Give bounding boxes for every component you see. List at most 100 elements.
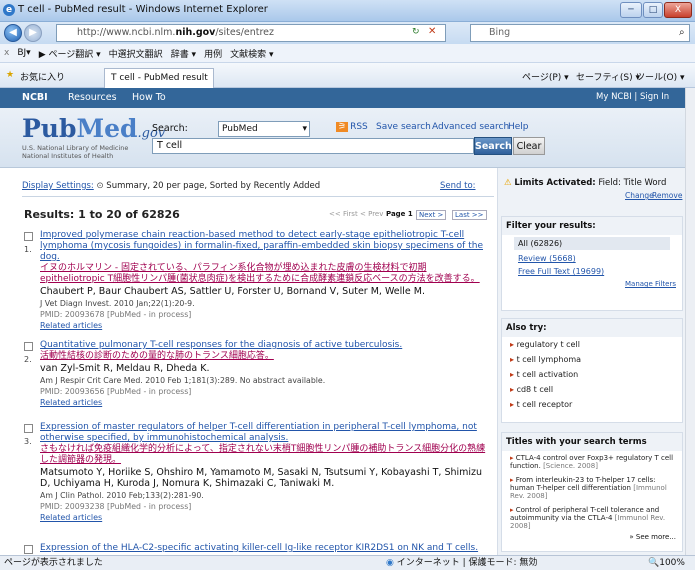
help-link[interactable]: Help: [508, 122, 529, 132]
result-title-link[interactable]: Expression of the HLA-C2-specific activa…: [40, 543, 494, 554]
my-ncbi-link[interactable]: My NCBI | Sign In: [596, 92, 669, 102]
remove-limits-link[interactable]: Remove: [652, 191, 682, 200]
result-title-link[interactable]: Improved polymerase chain reaction-based…: [40, 230, 494, 263]
limits-activated: ⚠ Limits Activated: Field: Title Word: [504, 178, 667, 188]
pager-last[interactable]: Last >>: [452, 210, 487, 220]
toolbar-item-examples[interactable]: 用例: [204, 47, 222, 60]
resources-menu[interactable]: Resources: [68, 92, 117, 103]
ncbi-bar: NCBI Resources How To My NCBI | Sign In: [0, 88, 685, 108]
result-pmid: PMID: 20093238 [PubMed - in process]: [40, 502, 192, 511]
result-item: 2. Quantitative pulmonary T-cell respons…: [24, 340, 494, 408]
search-button[interactable]: Search: [474, 137, 512, 155]
zoom-level[interactable]: 🔍100%: [648, 556, 685, 570]
result-checkbox[interactable]: [24, 232, 33, 241]
vertical-scrollbar[interactable]: [685, 88, 695, 555]
titles-item[interactable]: From interleukin-23 to T-helper 17 cells…: [502, 473, 682, 503]
also-try-item[interactable]: cd8 t cell: [502, 382, 682, 397]
result-authors: van Zyl-Smit R, Meldau R, Dheda K.: [40, 363, 210, 374]
divider: [22, 196, 494, 197]
result-translation[interactable]: イヌのホルマリン - 固定されている、パラフィン系化合物が埋め込まれた皮膚の生検…: [40, 263, 494, 285]
also-try-item[interactable]: t cell lymphoma: [502, 352, 682, 367]
also-try-item[interactable]: t cell activation: [502, 367, 682, 382]
filter-review[interactable]: Review (5668): [518, 254, 666, 263]
database-select[interactable]: PubMed ▾: [218, 121, 310, 137]
result-checkbox[interactable]: [24, 424, 33, 433]
url-input[interactable]: http://www.ncbi.nlm.nih.gov/sites/entrez: [56, 24, 446, 42]
menu-page[interactable]: ページ(P) ▾: [522, 70, 569, 83]
forward-button[interactable]: ▶: [24, 24, 42, 42]
filter-all[interactable]: All (62826): [514, 237, 670, 250]
close-toolbar-icon[interactable]: x: [4, 48, 9, 58]
back-button[interactable]: ◀: [4, 24, 22, 42]
menu-tools[interactable]: ツール(O) ▾: [636, 70, 685, 83]
search-icon[interactable]: ⌕: [679, 27, 685, 38]
save-search-link[interactable]: Save search: [376, 122, 431, 132]
right-sidebar: ⚠ Limits Activated: Field: Title Word Ch…: [497, 168, 685, 555]
howto-menu[interactable]: How To: [132, 92, 166, 103]
result-item: 1. Improved polymerase chain reaction-ba…: [24, 230, 494, 331]
also-try-box: Also try: regulatory t cell t cell lymph…: [501, 318, 683, 423]
filter-free-full-text[interactable]: Free Full Text (19699): [518, 267, 666, 276]
see-more-link[interactable]: » See more...: [502, 533, 682, 541]
toolbar-item-bj[interactable]: BJ▾: [17, 48, 30, 58]
send-to-link[interactable]: Send to:: [440, 181, 476, 191]
manage-filters-link[interactable]: Manage Filters: [508, 280, 676, 288]
maximize-button[interactable]: □: [643, 2, 663, 18]
result-translation[interactable]: 活動性結核の診断のための量的な肺のトランス細胞応答。: [40, 351, 494, 362]
result-title-link[interactable]: Expression of master regulators of helpe…: [40, 422, 494, 444]
pubmed-logo[interactable]: PubMed.gov: [22, 114, 165, 143]
related-articles-link[interactable]: Related articles: [40, 512, 494, 523]
globe-icon: ◉: [386, 558, 394, 568]
toolbar-item-dictionary[interactable]: 辞書 ▾: [171, 47, 196, 60]
pager-prev[interactable]: < Prev: [360, 210, 383, 218]
window-titlebar: e T cell - PubMed result - Windows Inter…: [0, 0, 695, 22]
filter-box: Filter your results: All (62826) Review …: [501, 216, 683, 311]
display-settings[interactable]: Display Settings: ⊙ Summary, 20 per page…: [22, 181, 320, 191]
search-term-input[interactable]: T cell: [152, 138, 474, 154]
bing-search-input[interactable]: Bing: [470, 24, 690, 42]
favorites-star-icon[interactable]: ★: [6, 70, 14, 80]
translation-toolbar: x BJ▾ ▶ ページ翻訳 ▾ 中選択文翻訳 辞書 ▾ 用例 文献検索 ▾: [0, 44, 695, 63]
also-try-item[interactable]: regulatory t cell: [502, 337, 682, 352]
result-authors: Matsumoto Y, Horiike S, Ohshiro M, Yamam…: [40, 467, 483, 489]
result-authors: Chaubert P, Baur Chaubert AS, Sattler U,…: [40, 286, 425, 297]
toolbar-item-selection-translate[interactable]: 中選択文翻訳: [109, 47, 163, 60]
warning-icon: ⚠: [504, 178, 512, 188]
pager-first[interactable]: << First: [329, 210, 358, 218]
advanced-search-link[interactable]: Advanced search: [432, 122, 509, 132]
related-articles-link[interactable]: Related articles: [40, 320, 494, 331]
toolbar-item-literature[interactable]: 文献検索 ▾: [230, 47, 273, 60]
result-journal: Am J Clin Pathol. 2010 Feb;133(2):281-90…: [40, 491, 204, 500]
pager-next[interactable]: Next >: [416, 210, 447, 220]
titles-item[interactable]: CTLA-4 control over Foxp3+ regulatory T …: [502, 451, 682, 473]
status-bar: ページが表示されました ◉ インターネット | 保護モード: 無効 🔍100%: [0, 555, 695, 570]
menu-safety[interactable]: セーフティ(S) ▾: [576, 70, 640, 83]
rss-link[interactable]: ⚞ RSS: [336, 122, 368, 132]
close-button[interactable]: X: [664, 2, 692, 18]
result-title-link[interactable]: Quantitative pulmonary T-cell responses …: [40, 340, 494, 351]
related-articles-link[interactable]: Related articles: [40, 397, 494, 408]
refresh-icon[interactable]: ↻: [412, 27, 420, 37]
favorites-label[interactable]: お気に入り: [20, 70, 65, 83]
result-translation[interactable]: さもなければ免疫組織化学的分析によって、指定されない末梢T細胞性リンパ腫の補助ト…: [40, 444, 494, 466]
tab-t-cell[interactable]: T cell - PubMed result: [104, 68, 214, 88]
stop-icon[interactable]: ✕: [428, 26, 436, 37]
result-number: 1.: [24, 245, 32, 254]
titles-item[interactable]: Control of peripheral T-cell tolerance a…: [502, 503, 682, 533]
result-checkbox[interactable]: [24, 545, 33, 554]
favorites-row: ★ お気に入り T cell - PubMed result ページ(P) ▾ …: [0, 63, 695, 88]
change-limits-link[interactable]: Change: [625, 191, 654, 200]
pubmed-header: PubMed.gov U.S. National Library of Medi…: [0, 108, 685, 168]
titles-box: Titles with your search terms CTLA-4 con…: [501, 432, 683, 552]
toolbar-item-page-translate[interactable]: ▶ ページ翻訳 ▾: [39, 47, 101, 60]
result-pmid: PMID: 20093656 [PubMed - in process]: [40, 387, 192, 396]
result-number: 3.: [24, 437, 32, 446]
minimize-button[interactable]: ─: [620, 2, 642, 18]
result-checkbox[interactable]: [24, 342, 33, 351]
results-count: Results: 1 to 20 of 62826: [24, 208, 180, 221]
search-db-label: Search:: [152, 123, 188, 134]
also-try-title: Also try:: [502, 319, 682, 337]
also-try-item[interactable]: t cell receptor: [502, 397, 682, 412]
clear-button[interactable]: Clear: [513, 137, 545, 155]
ncbi-logo[interactable]: NCBI: [22, 92, 48, 103]
